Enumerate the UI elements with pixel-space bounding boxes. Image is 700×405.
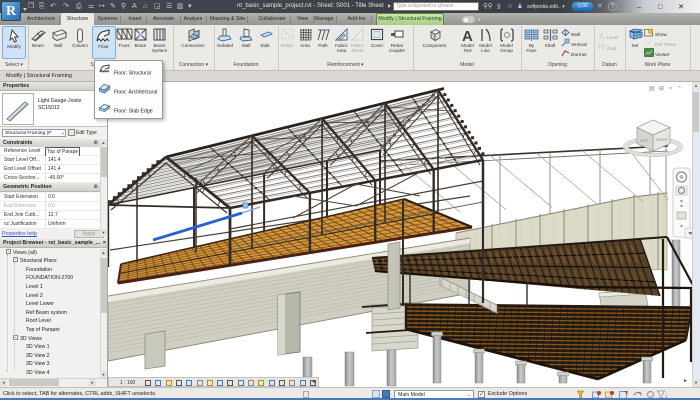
svg-text:A: A (462, 28, 473, 43)
